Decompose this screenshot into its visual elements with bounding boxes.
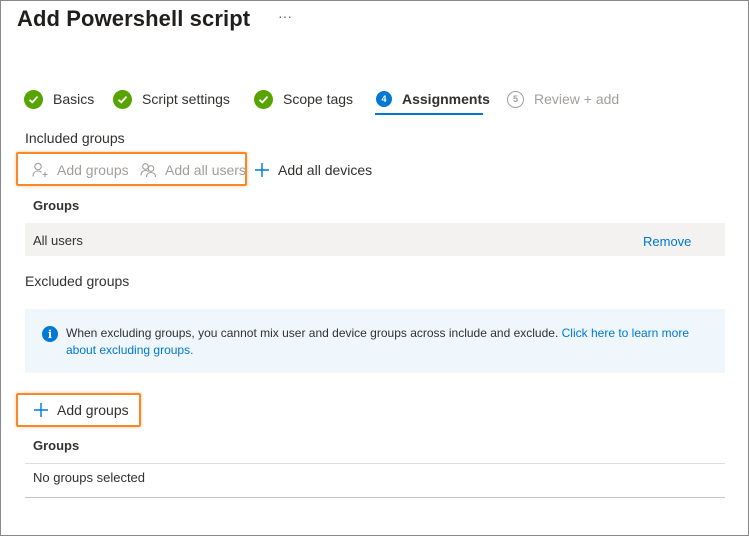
group-name-cell: All users <box>33 233 83 248</box>
remove-link[interactable]: Remove <box>643 234 691 249</box>
checkmark-circle-icon <box>254 89 273 109</box>
checkmark-circle-icon <box>113 89 132 109</box>
add-all-users-label: Add all users <box>165 162 246 178</box>
info-banner: i When excluding groups, you cannot mix … <box>25 309 725 373</box>
plus-icon <box>254 162 270 178</box>
add-all-devices-button[interactable]: Add all devices <box>254 162 372 178</box>
add-groups-label: Add groups <box>57 162 129 178</box>
step-script-settings[interactable]: Script settings <box>113 88 230 110</box>
step-number-badge: 5 <box>507 90 524 108</box>
add-person-icon <box>32 162 49 178</box>
step-label: Assignments <box>402 91 490 107</box>
step-label: Script settings <box>142 91 230 107</box>
empty-state-text: No groups selected <box>33 470 146 485</box>
step-label: Scope tags <box>283 91 354 107</box>
add-all-devices-label: Add all devices <box>278 162 373 178</box>
add-groups-button[interactable]: Add groups <box>32 162 129 178</box>
plus-icon <box>33 402 49 418</box>
step-basics[interactable]: Basics <box>24 88 94 110</box>
included-groups-label: Included groups <box>25 130 125 146</box>
table-divider <box>25 463 725 464</box>
people-icon <box>140 162 157 178</box>
window-frame <box>0 0 749 536</box>
table-bottom-divider <box>25 497 725 498</box>
active-step-underline <box>375 113 483 115</box>
more-options-button[interactable]: ··· <box>278 8 292 24</box>
checkmark-circle-icon <box>24 89 43 109</box>
step-review-add[interactable]: 5 Review + add <box>507 88 619 110</box>
add-all-users-button[interactable]: Add all users <box>140 162 246 178</box>
excluded-groups-column-header: Groups <box>33 438 80 453</box>
step-number-badge: 4 <box>376 91 392 107</box>
step-label: Review + add <box>534 91 620 107</box>
step-assignments[interactable]: 4 Assignments <box>376 88 490 110</box>
page-title: Add Powershell script <box>17 6 251 31</box>
included-groups-column-header: Groups <box>33 198 80 213</box>
info-text: When excluding groups, you cannot mix us… <box>66 326 559 340</box>
add-groups-label: Add groups <box>57 402 129 418</box>
add-excluded-groups-button[interactable]: Add groups <box>33 402 129 418</box>
table-row <box>25 223 725 256</box>
step-scope-tags[interactable]: Scope tags <box>254 88 353 110</box>
info-icon: i <box>42 326 58 342</box>
excluded-groups-label: Excluded groups <box>25 273 130 289</box>
info-message: When excluding groups, you cannot mix us… <box>66 325 706 359</box>
step-label: Basics <box>53 91 95 107</box>
